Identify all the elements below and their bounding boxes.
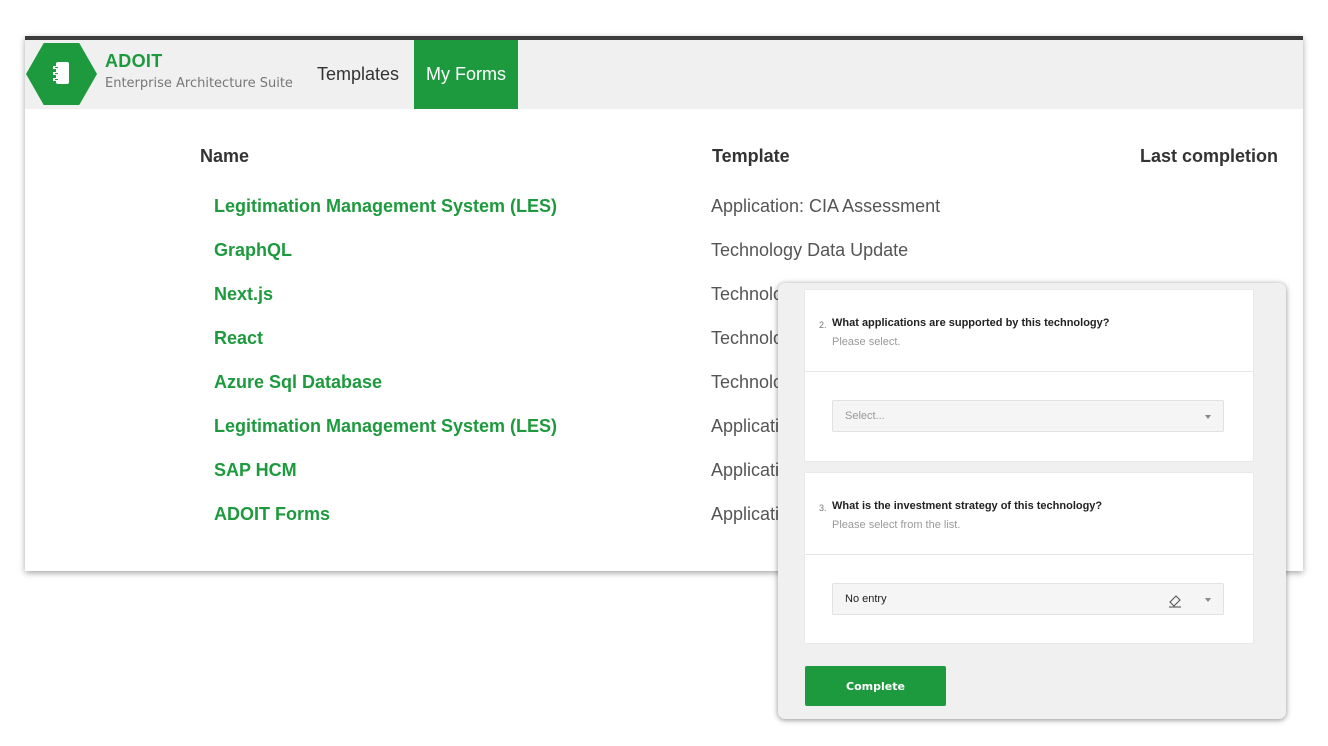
- logo[interactable]: [26, 43, 97, 105]
- applications-select[interactable]: Select...: [832, 400, 1224, 432]
- form-name-link[interactable]: Legitimation Management System (LES): [214, 196, 557, 217]
- question-text: What is the investment strategy of this …: [832, 500, 1103, 512]
- question-header: 2. What applications are supported by th…: [805, 290, 1253, 372]
- template-cell: Technology Data Update: [711, 240, 909, 260]
- form-name-link[interactable]: SAP HCM: [214, 460, 297, 481]
- question-hint: Please select.: [832, 336, 901, 348]
- column-header-last-completion[interactable]: Last completion: [1140, 146, 1278, 167]
- question-card: 3. What is the investment strategy of th…: [805, 473, 1253, 643]
- select-placeholder: Select...: [845, 410, 885, 422]
- header: ADOIT Enterprise Architecture Suite Temp…: [25, 40, 1303, 109]
- question-header: 3. What is the investment strategy of th…: [805, 473, 1253, 555]
- form-name-link[interactable]: React: [214, 328, 263, 349]
- chevron-down-icon[interactable]: [1205, 598, 1211, 602]
- column-header-name[interactable]: Name: [200, 146, 249, 167]
- complete-button[interactable]: Complete: [805, 666, 946, 706]
- eraser-icon[interactable]: [1167, 592, 1183, 608]
- document-icon: [53, 62, 69, 84]
- investment-strategy-select[interactable]: No entry: [832, 583, 1224, 615]
- select-value: No entry: [845, 593, 887, 605]
- column-header-template[interactable]: Template: [712, 146, 790, 167]
- question-text: What applications are supported by this …: [832, 317, 1110, 329]
- tab-my-forms[interactable]: My Forms: [414, 40, 518, 109]
- table-row: Legitimation Management System (LES) App…: [25, 196, 1303, 226]
- tab-templates[interactable]: Templates: [317, 40, 399, 109]
- template-cell: Application: CIA Assessment: [711, 196, 941, 216]
- form-name-link[interactable]: Azure Sql Database: [214, 372, 382, 393]
- question-card: 2. What applications are supported by th…: [805, 290, 1253, 461]
- question-hint: Please select from the list.: [832, 519, 961, 531]
- chevron-down-icon[interactable]: [1205, 415, 1211, 419]
- form-name-link[interactable]: Next.js: [214, 284, 273, 305]
- form-name-link[interactable]: ADOIT Forms: [214, 504, 330, 525]
- brand-subtitle: Enterprise Architecture Suite: [105, 76, 293, 91]
- brand-title: ADOIT: [105, 51, 163, 71]
- form-name-link[interactable]: Legitimation Management System (LES): [214, 416, 557, 437]
- question-number: 3.: [819, 503, 827, 513]
- table-row: GraphQL Technology Data Update: [25, 240, 1303, 270]
- question-number: 2.: [819, 320, 827, 330]
- form-name-link[interactable]: GraphQL: [214, 240, 292, 261]
- form-popup: 2. What applications are supported by th…: [778, 283, 1286, 719]
